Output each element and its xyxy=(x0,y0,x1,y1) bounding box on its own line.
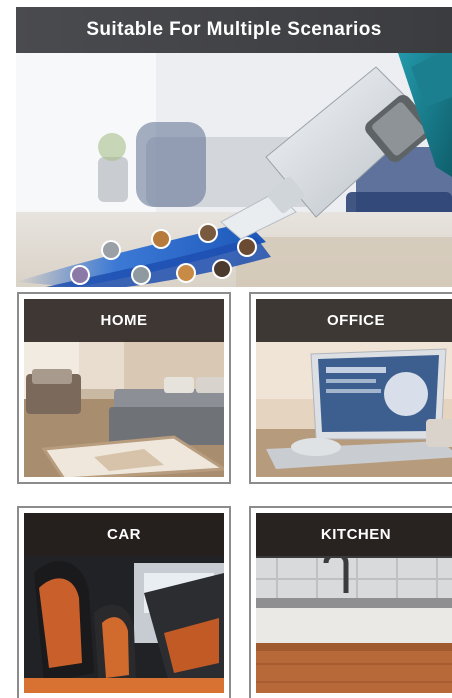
hero-banner: Suitable For Multiple Scenarios xyxy=(16,7,452,287)
banner-title: Suitable For Multiple Scenarios xyxy=(16,7,452,53)
scenario-label-kitchen: KITCHEN xyxy=(256,513,452,556)
scenario-card-office: OFFICE xyxy=(249,292,452,484)
home-photo: HOME xyxy=(24,299,224,477)
scenario-card-home: HOME xyxy=(17,292,231,484)
office-photo: OFFICE xyxy=(256,299,452,477)
scenario-card-kitchen: KITCHEN xyxy=(249,506,452,698)
scenario-label-car: CAR xyxy=(24,513,224,556)
scenario-card-car: CAR xyxy=(17,506,231,698)
scenario-label-office: OFFICE xyxy=(256,299,452,342)
kitchen-photo: KITCHEN xyxy=(256,513,452,693)
scenario-label-home: HOME xyxy=(24,299,224,342)
car-photo: CAR xyxy=(24,513,224,693)
